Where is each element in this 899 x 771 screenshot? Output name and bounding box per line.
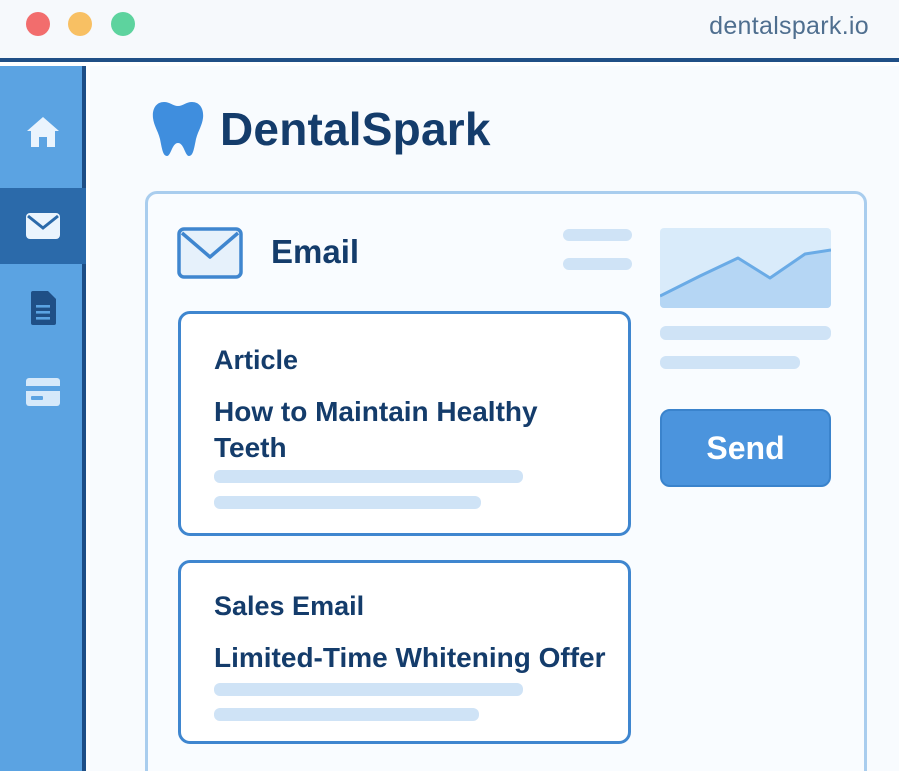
item-type: Article [214,345,299,375]
minimize-window-button[interactable] [68,12,92,36]
content-item[interactable]: Sales Email Limited-Time Whitening Offer [178,560,631,744]
item-headline: Limited-Time Whitening Offer [214,642,606,673]
document-icon [31,291,56,325]
home-icon [27,117,59,147]
send-button[interactable]: Send [660,409,831,487]
placeholder-line [660,326,831,340]
sidebar-item-mail[interactable] [0,188,86,264]
sidebar-item-cards[interactable] [0,354,86,430]
envelope-icon [177,227,243,279]
placeholder-line [563,258,632,270]
brand-logo [150,98,206,160]
mini-chart [660,228,831,308]
placeholder-line [214,683,523,696]
item-headline: How to Maintain Healthy Teeth [214,396,538,463]
mail-icon [26,213,60,239]
panel-title: Email [271,233,360,270]
sidebar-item-documents[interactable] [0,270,86,346]
sidebar-item-home[interactable] [0,94,86,170]
placeholder-line [214,470,523,483]
placeholder-line [660,356,800,369]
placeholder-line [214,708,479,721]
maximize-window-button[interactable] [111,12,135,36]
window-titlebar: dentalspark.io [0,0,899,62]
address-url[interactable]: dentalspark.io [709,12,869,41]
placeholder-line [563,229,632,241]
area-chart-graphic [660,248,831,308]
item-type: Sales Email [214,591,365,621]
sidebar [0,66,86,771]
close-window-button[interactable] [26,12,50,36]
placeholder-line [214,496,481,509]
tooth-icon [152,102,204,156]
card-icon [26,378,60,406]
content-item[interactable]: Article How to Maintain Healthy Teeth [178,311,631,536]
brand-name: DentalSpark [220,103,491,155]
